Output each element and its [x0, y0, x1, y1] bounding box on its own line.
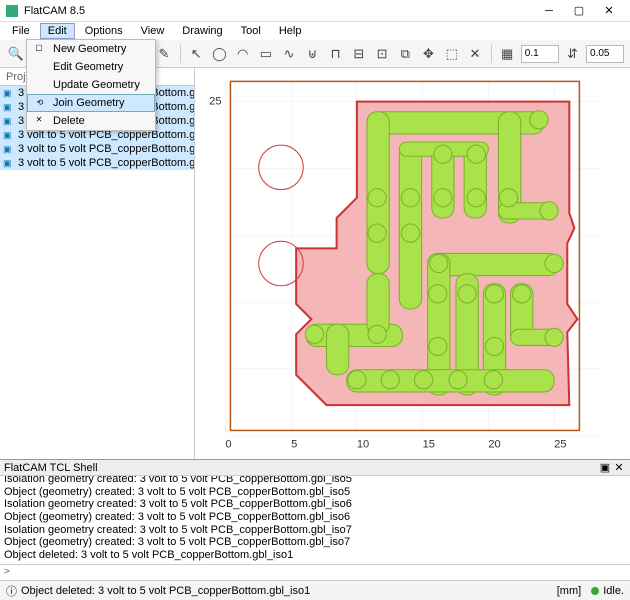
title-bar: FlatCAM 8.5 ─ ▢ ✕	[0, 0, 630, 22]
menu-bar: File Edit Options View Drawing Tool Help	[0, 22, 630, 40]
geometry-icon: ▣	[3, 88, 13, 98]
menu-view[interactable]: View	[133, 23, 173, 39]
grid-x-input[interactable]	[521, 45, 559, 63]
join-icon: ⟲	[34, 98, 46, 110]
buffer-button[interactable]: ⬚	[442, 44, 461, 64]
idle-dot-icon	[591, 587, 599, 595]
cut-button[interactable]: ⊡	[372, 44, 391, 64]
move-button[interactable]: ✥	[419, 44, 438, 64]
app-icon	[6, 5, 18, 17]
svg-text:10: 10	[357, 439, 369, 451]
status-message: Object deleted: 3 volt to 5 volt PCB_cop…	[21, 585, 310, 597]
toolbar-separator	[491, 45, 492, 63]
menu-update-geometry[interactable]: Update Geometry	[27, 76, 155, 94]
new-icon: ▢	[33, 43, 45, 55]
status-units: [mm]	[557, 585, 581, 597]
project-item-label: 3 volt to 5 volt PCB_copperBottom.gbl_is…	[18, 157, 194, 169]
union-button[interactable]: ⊎	[303, 44, 322, 64]
menu-file[interactable]: File	[4, 23, 38, 39]
rect-button[interactable]: ▭	[256, 44, 275, 64]
shell-line: Isolation geometry created: 3 volt to 5 …	[4, 476, 626, 486]
shell-header: FlatCAM TCL Shell ▣ ✕	[0, 460, 630, 476]
menu-new-geometry[interactable]: ▢ New Geometry	[27, 40, 155, 58]
menu-item-label: Join Geometry	[53, 97, 125, 109]
window-title: FlatCAM 8.5	[24, 5, 534, 17]
intersect-button[interactable]: ⊓	[326, 44, 345, 64]
tcl-shell: FlatCAM TCL Shell ▣ ✕ Object (geometry) …	[0, 459, 630, 580]
menu-tool[interactable]: Tool	[233, 23, 269, 39]
arc-button[interactable]: ◠	[233, 44, 252, 64]
grid-toggle-button[interactable]: ▦	[498, 44, 517, 64]
menu-item-label: New Geometry	[53, 43, 126, 55]
menu-edit-geometry[interactable]: Edit Geometry	[27, 58, 155, 76]
menu-delete[interactable]: ✕ Delete	[27, 112, 155, 130]
geometry-icon: ▣	[3, 158, 13, 168]
menu-options[interactable]: Options	[77, 23, 131, 39]
shell-line: Object deleted: 3 volt to 5 volt PCB_cop…	[4, 549, 626, 562]
subtract-button[interactable]: ⊟	[349, 44, 368, 64]
delete-shape-button[interactable]: ✕	[465, 44, 484, 64]
plot-svg: 0 5 10 15 20 25 25	[195, 68, 630, 459]
shell-line: Object (geometry) created: 3 volt to 5 v…	[4, 486, 626, 499]
geometry-icon: ▣	[3, 102, 13, 112]
plot-canvas[interactable]: 0 5 10 15 20 25 25	[195, 68, 630, 459]
status-icon: ⓘ	[6, 583, 17, 599]
minimize-button[interactable]: ─	[534, 1, 564, 21]
shell-line: Isolation geometry created: 3 volt to 5 …	[4, 498, 626, 511]
shell-input[interactable]	[0, 565, 630, 578]
geometry-icon: ▣	[3, 130, 13, 140]
delete-icon: ✕	[33, 115, 45, 127]
project-item[interactable]: ▣ 3 volt to 5 volt PCB_copperBottom.gbl_i…	[0, 142, 194, 156]
svg-text:0: 0	[225, 439, 231, 451]
shell-line: Object (geometry) created: 3 volt to 5 v…	[4, 511, 626, 524]
svg-text:5: 5	[291, 439, 297, 451]
select-button[interactable]: ↖	[187, 44, 206, 64]
toolbar-separator	[180, 45, 181, 63]
status-idle: Idle.	[603, 585, 624, 597]
edit-geo-button[interactable]: ✎	[154, 44, 173, 64]
menu-join-geometry[interactable]: ⟲ Join Geometry	[27, 94, 155, 112]
svg-text:15: 15	[423, 439, 435, 451]
shell-log[interactable]: Object (geometry) created: 3 volt to 5 v…	[0, 476, 630, 564]
geometry-icon: ▣	[3, 116, 13, 126]
project-item[interactable]: ▣ 3 volt to 5 volt PCB_copperBottom.gbl_i…	[0, 156, 194, 170]
close-button[interactable]: ✕	[594, 1, 624, 21]
path-button[interactable]: ∿	[279, 44, 298, 64]
shell-line: Object (geometry) created: 3 volt to 5 v…	[4, 536, 626, 549]
edit-icon	[33, 61, 45, 73]
geometry-icon: ▣	[3, 144, 13, 154]
menu-item-label: Edit Geometry	[53, 61, 123, 73]
menu-edit[interactable]: Edit	[40, 23, 75, 39]
edit-dropdown: ▢ New Geometry Edit Geometry Update Geome…	[26, 39, 156, 131]
menu-item-label: Update Geometry	[53, 79, 140, 91]
grid-y-input[interactable]	[586, 45, 624, 63]
maximize-button[interactable]: ▢	[564, 1, 594, 21]
menu-item-label: Delete	[53, 115, 85, 127]
shell-line: Isolation geometry created: 3 volt to 5 …	[4, 524, 626, 537]
shell-float-button[interactable]: ▣	[598, 461, 612, 474]
circle-button[interactable]: ◯	[210, 44, 229, 64]
project-item-label: 3 volt to 5 volt PCB_copperBottom.gbl_is…	[18, 143, 194, 155]
svg-text:25: 25	[209, 96, 221, 108]
svg-text:20: 20	[488, 439, 500, 451]
zoom-fit-button[interactable]: 🔍	[6, 44, 25, 64]
menu-help[interactable]: Help	[271, 23, 310, 39]
grid-link-button[interactable]: ⇵	[563, 44, 582, 64]
shell-title: FlatCAM TCL Shell	[4, 462, 98, 474]
svg-text:25: 25	[554, 439, 566, 451]
copy-button[interactable]: ⧉	[396, 44, 415, 64]
shell-close-button[interactable]: ✕	[612, 461, 626, 474]
status-bar: ⓘ Object deleted: 3 volt to 5 volt PCB_c…	[0, 580, 630, 600]
shell-input-wrap	[0, 564, 630, 580]
project-list[interactable]: ▣ 3 volt to 5 volt PCB_copperBottom.gbl_i…	[0, 86, 194, 459]
update-icon	[33, 79, 45, 91]
menu-drawing[interactable]: Drawing	[174, 23, 230, 39]
